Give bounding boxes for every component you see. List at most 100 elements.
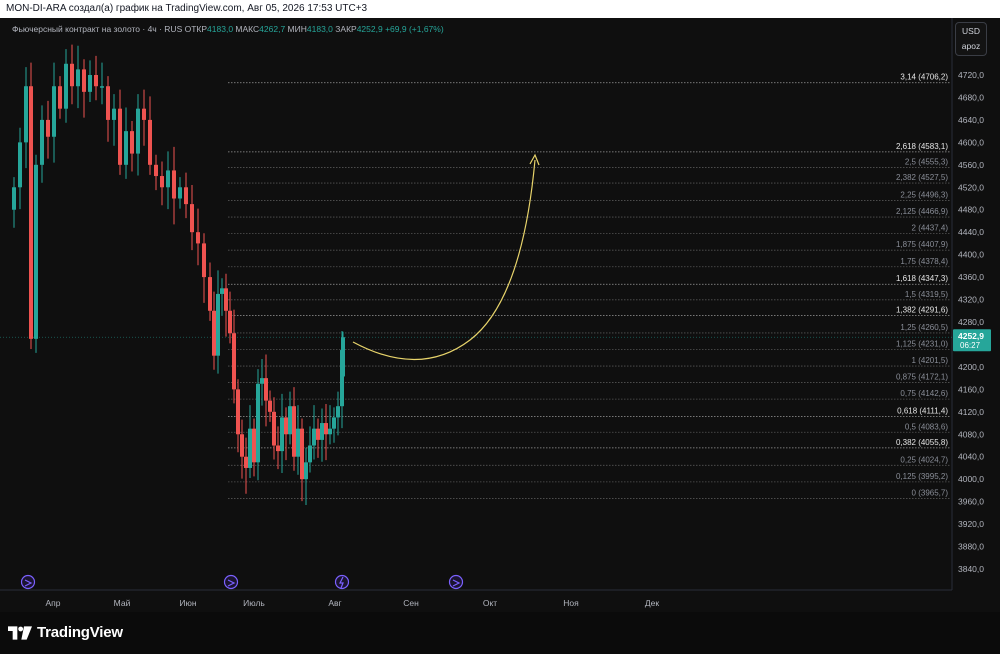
candle-body	[34, 164, 38, 339]
candle-body	[202, 243, 206, 278]
fib-level-label: 2 (4437,4)	[912, 224, 949, 233]
time-axis-label: Авг	[328, 598, 341, 608]
candle-body	[284, 417, 288, 435]
price-tick-label: 4680,0	[958, 92, 984, 102]
candle-body	[224, 288, 228, 311]
fib-level-label: 1 (4201,5)	[912, 356, 949, 365]
candle-body	[166, 170, 170, 188]
fib-level-label: 2,125 (4466,9)	[896, 207, 948, 216]
candle-body	[212, 310, 216, 356]
close-value: 4252,9	[356, 24, 383, 34]
candle-body	[12, 187, 16, 210]
candle-body	[264, 378, 268, 401]
symbol-title[interactable]: Фьючерсный контракт на золото · 4ч · RUS	[12, 24, 182, 34]
candle-body	[24, 86, 28, 143]
candle-body	[244, 456, 248, 468]
candle-body	[76, 69, 80, 87]
candle-body	[232, 333, 236, 390]
candle-body	[70, 63, 74, 87]
fib-level-label: 0,125 (3995,2)	[896, 472, 948, 481]
candle-body	[268, 400, 272, 412]
fib-level-label: 0,618 (4111,4)	[897, 407, 948, 416]
candle-body	[106, 86, 110, 120]
fib-level-label: 2,382 (4527,5)	[896, 173, 948, 182]
candle-body	[18, 142, 22, 188]
price-tick-label: 4200,0	[958, 362, 984, 372]
candle-body	[220, 288, 224, 294]
fib-level-label: 1,5 (4319,5)	[905, 290, 948, 299]
candle-body	[332, 417, 336, 429]
price-tick-label: 4720,0	[958, 70, 984, 80]
fib-level-label: 1,25 (4260,5)	[900, 323, 948, 332]
candle-body	[190, 204, 194, 233]
candle-body	[88, 75, 92, 92]
symbol-legend: Фьючерсный контракт на золото · 4ч · RUS…	[12, 24, 444, 34]
high-label: МАКС	[235, 24, 260, 34]
fib-level-label: 3,14 (4706,2)	[900, 73, 948, 82]
candle-body	[296, 428, 300, 457]
low-label: МИН	[287, 24, 307, 34]
price-tick-label: 4600,0	[958, 137, 984, 147]
current-price-value: 4252,9	[958, 331, 984, 341]
price-tick-label: 4000,0	[958, 474, 984, 484]
candle-body	[52, 86, 56, 137]
candle-body	[248, 428, 252, 468]
candle-body	[336, 406, 340, 418]
candle-body	[292, 406, 296, 457]
candle-body	[256, 383, 260, 463]
currency-code: USD	[962, 26, 980, 36]
candle-body	[308, 445, 312, 463]
candle-body	[94, 75, 98, 87]
candle-body	[118, 108, 122, 165]
candle-body	[148, 119, 152, 165]
candle-body	[130, 131, 134, 154]
time-axis-label: Окт	[483, 598, 497, 608]
fib-level-label: 0,25 (4024,7)	[900, 455, 948, 464]
candle-body	[136, 108, 140, 154]
fib-level-label: 0,382 (4055,8)	[896, 438, 948, 447]
fib-level-label: 1,875 (4407,9)	[896, 240, 948, 249]
candle-body	[300, 428, 304, 480]
candle-body	[272, 411, 276, 446]
tradingview-logo[interactable]: TradingView	[8, 624, 123, 641]
candle-body	[228, 310, 232, 334]
price-tick-label: 4520,0	[958, 182, 984, 192]
currency-selector[interactable]: USD apoz	[955, 22, 987, 56]
candle-body	[46, 119, 50, 137]
bar-countdown: 06:27	[960, 341, 981, 350]
price-tick-label: 4120,0	[958, 407, 984, 417]
candle-body	[100, 86, 104, 88]
candle-body	[276, 445, 280, 452]
candle-body	[40, 119, 44, 165]
candle-body	[240, 434, 244, 457]
price-tick-label: 4360,0	[958, 272, 984, 282]
candle-body	[208, 277, 212, 311]
candle-body	[64, 63, 68, 109]
fib-level-label: 0 (3965,7)	[912, 488, 949, 497]
fib-level-label: 1,75 (4378,4)	[900, 257, 948, 266]
scale-mode: apoz	[961, 41, 981, 51]
fib-level-label: 0,5 (4083,6)	[905, 422, 948, 431]
price-tick-label: 4320,0	[958, 295, 984, 305]
candle-body	[112, 108, 116, 120]
time-axis-label: Апр	[46, 598, 61, 608]
candle-body	[196, 232, 200, 244]
tradingview-logo-icon	[8, 625, 32, 640]
open-label: ОТКР	[184, 24, 208, 34]
candle-body	[184, 187, 188, 205]
price-chart[interactable]: 4720,0 4680,0 4640,0 4600,0 4560,0 4520,0 4480…	[0, 0, 1000, 612]
candle-body	[178, 187, 182, 199]
price-tick-label: 3960,0	[958, 497, 984, 507]
candle-body	[341, 337, 345, 377]
price-tick-label: 4640,0	[958, 115, 984, 125]
footer: TradingView	[0, 612, 1000, 654]
fib-level-label: 2,618 (4583,1)	[896, 142, 948, 151]
time-axis-label: Дек	[645, 598, 659, 608]
candle-body	[260, 378, 264, 384]
candle-body	[288, 406, 292, 435]
candle-body	[82, 69, 86, 92]
fib-level-label: 2,5 (4555,3)	[905, 157, 948, 166]
price-tick-label: 4560,0	[958, 160, 984, 170]
price-tick-label: 4280,0	[958, 317, 984, 327]
projection-curve[interactable]	[352, 159, 536, 361]
